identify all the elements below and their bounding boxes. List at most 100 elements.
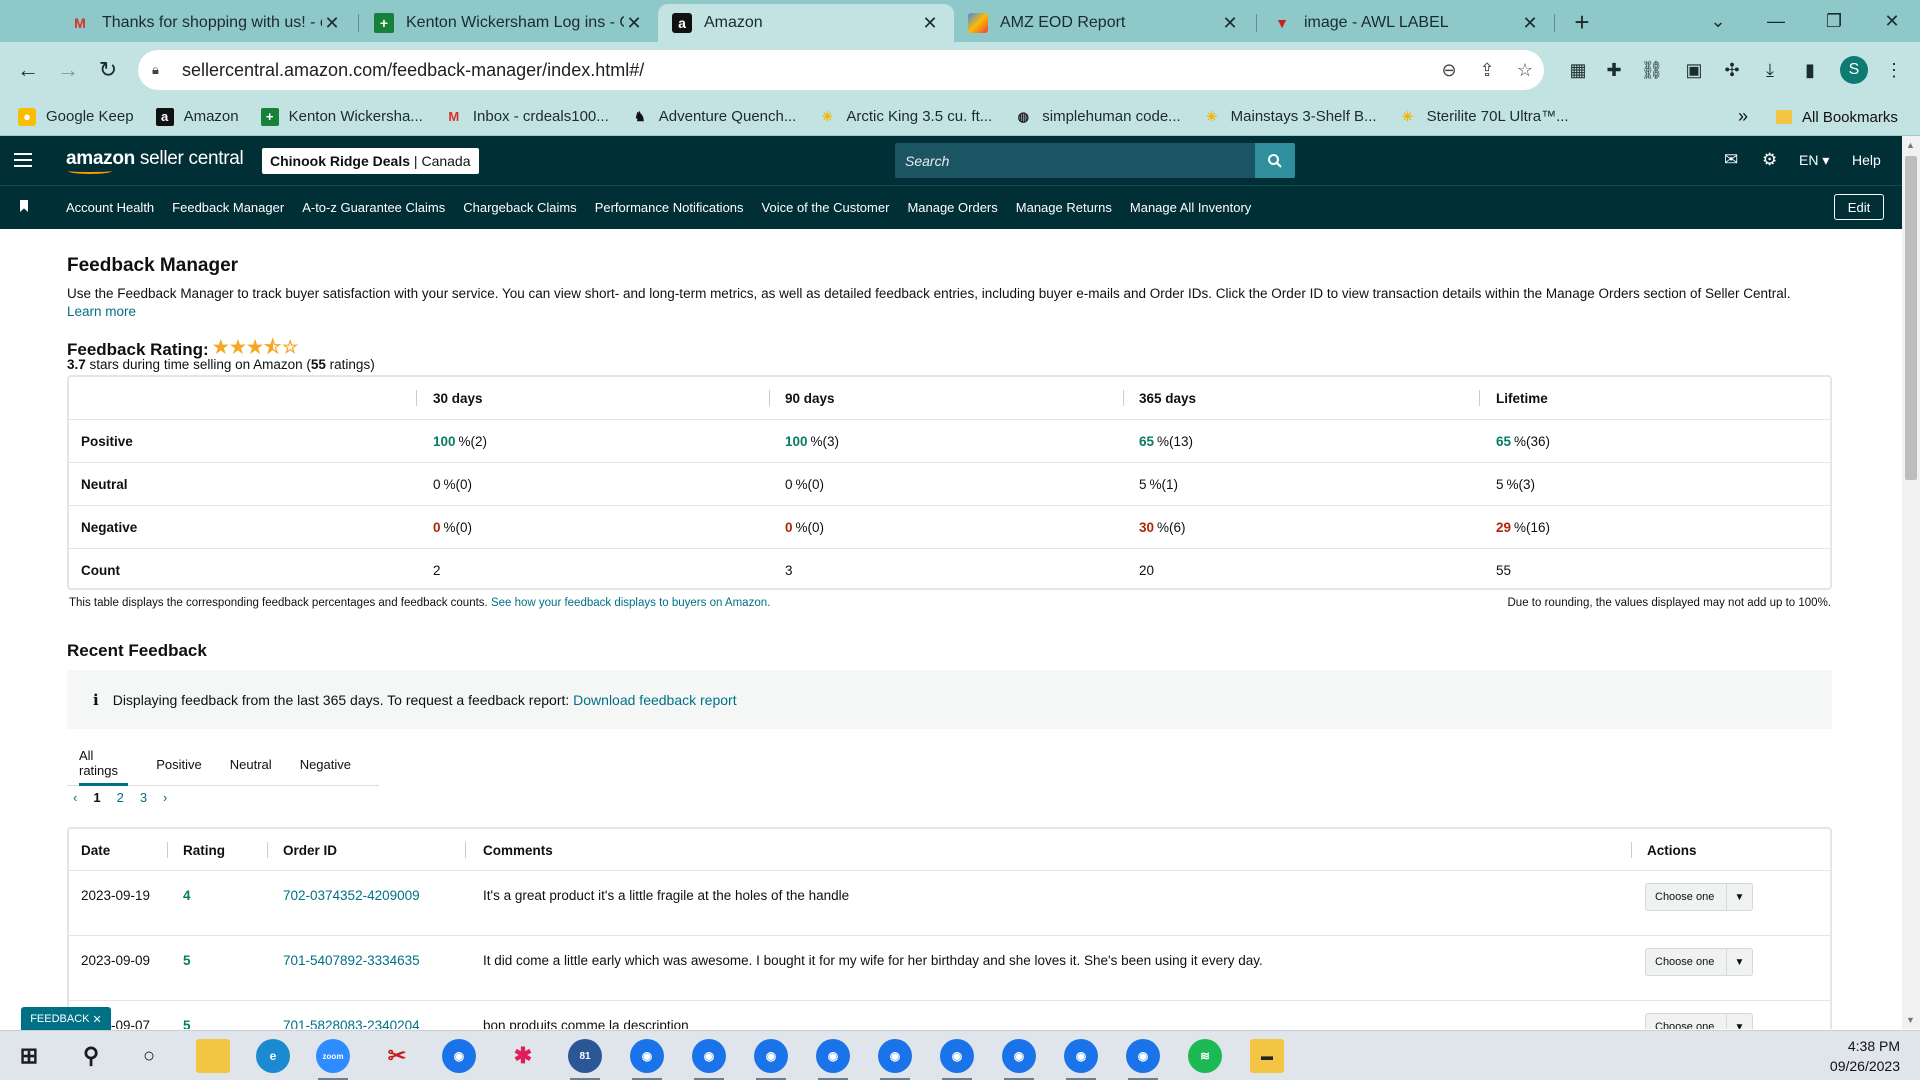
- chrome-icon[interactable]: ◉: [442, 1039, 476, 1073]
- tab-positive[interactable]: Positive: [156, 744, 202, 786]
- bookmark-item[interactable]: ◍ simplehuman code...: [1014, 108, 1181, 126]
- messaging-app-icon[interactable]: 81: [568, 1039, 602, 1080]
- seller-central-logo[interactable]: amazon seller central: [66, 148, 244, 174]
- browser-tab-gmail[interactable]: M Thanks for shopping with us! - cr ✕: [56, 4, 356, 42]
- extension-link-icon[interactable]: ⛓: [1638, 56, 1666, 84]
- tab-negative[interactable]: Negative: [300, 744, 351, 786]
- settings-gear-icon[interactable]: ⚙: [1762, 150, 1777, 170]
- chrome-profile-icon[interactable]: ◉: [1126, 1039, 1160, 1080]
- chrome-profile-icon[interactable]: ◉: [816, 1039, 850, 1080]
- close-tab-icon[interactable]: ✕: [624, 13, 644, 34]
- profile-avatar[interactable]: S: [1840, 56, 1868, 84]
- prev-page-icon[interactable]: ‹: [73, 790, 77, 805]
- sticky-notes-icon[interactable]: ▬: [1250, 1039, 1284, 1073]
- bookmark-item[interactable]: ✳ Sterilite 70L Ultra™...: [1399, 108, 1568, 126]
- chrome-profile-icon[interactable]: ◉: [1064, 1039, 1098, 1080]
- nav-a-to-z-claims[interactable]: A-to-z Guarantee Claims: [302, 200, 445, 215]
- action-dropdown[interactable]: Choose one ▼: [1645, 1013, 1753, 1029]
- browser-tab-sheets[interactable]: + Kenton Wickersham Log ins - Go ✕: [360, 4, 658, 42]
- nav-account-health[interactable]: Account Health: [66, 200, 154, 215]
- download-icon[interactable]: ⤓: [1756, 56, 1784, 84]
- scrollbar-thumb[interactable]: [1905, 156, 1917, 480]
- extensions-puzzle-icon[interactable]: ✣: [1718, 56, 1746, 84]
- bookmark-item[interactable]: ● Google Keep: [18, 107, 134, 126]
- close-window-icon[interactable]: ✕: [1864, 0, 1920, 42]
- all-bookmarks[interactable]: All Bookmarks: [1776, 98, 1898, 136]
- share-icon[interactable]: ⇪: [1468, 60, 1506, 81]
- search-icon[interactable]: ⚲: [74, 1039, 108, 1073]
- file-explorer-icon[interactable]: [196, 1039, 230, 1073]
- download-feedback-report-link[interactable]: Download feedback report: [573, 692, 736, 708]
- tab-all-ratings[interactable]: All ratings: [79, 744, 129, 786]
- slack-icon[interactable]: ✱: [506, 1039, 540, 1073]
- snipping-tool-icon[interactable]: ✂: [380, 1039, 414, 1073]
- maximize-icon[interactable]: ❐: [1806, 0, 1862, 42]
- new-tab-button[interactable]: +: [1566, 6, 1598, 38]
- page-1[interactable]: 1: [93, 790, 100, 805]
- chrome-profile-icon[interactable]: ◉: [754, 1039, 788, 1080]
- order-id-link[interactable]: 701-5407892-3334635: [283, 952, 463, 970]
- search-input[interactable]: Search: [895, 143, 1255, 178]
- mail-icon[interactable]: ✉: [1724, 150, 1738, 170]
- nav-feedback-manager[interactable]: Feedback Manager: [172, 200, 284, 215]
- browser-tab-label[interactable]: ▼ image - AWL LABEL ✕: [1258, 4, 1554, 42]
- bookmark-item[interactable]: ✳ Arctic King 3.5 cu. ft...: [818, 108, 992, 126]
- page-3[interactable]: 3: [140, 790, 147, 805]
- close-tab-icon[interactable]: ✕: [1220, 13, 1240, 34]
- forward-icon[interactable]: →: [52, 54, 84, 86]
- close-tab-icon[interactable]: ✕: [322, 13, 342, 34]
- bookmark-icon[interactable]: [20, 200, 28, 212]
- back-icon[interactable]: ←: [12, 54, 44, 86]
- nav-manage-orders[interactable]: Manage Orders: [907, 200, 997, 215]
- nav-chargeback-claims[interactable]: Chargeback Claims: [463, 200, 576, 215]
- page-2[interactable]: 2: [117, 790, 124, 805]
- action-dropdown[interactable]: Choose one ▼: [1645, 948, 1753, 976]
- order-id-link[interactable]: 702-0374352-4209009: [283, 887, 463, 905]
- spotify-icon[interactable]: ≋: [1188, 1039, 1222, 1073]
- bookmark-item[interactable]: + Kenton Wickersha...: [260, 107, 423, 126]
- windows-start-icon[interactable]: ⊞: [12, 1039, 46, 1073]
- close-tab-icon[interactable]: ✕: [1520, 13, 1540, 34]
- language-selector[interactable]: EN ▾: [1799, 152, 1829, 169]
- extension-plus-icon[interactable]: ✚: [1600, 56, 1628, 84]
- next-page-icon[interactable]: ›: [163, 790, 167, 805]
- extension-off-icon[interactable]: ▦: [1564, 56, 1592, 84]
- browser-tab-amazon[interactable]: a Amazon ✕: [658, 4, 954, 42]
- chrome-profile-icon[interactable]: ◉: [878, 1039, 912, 1080]
- feedback-widget-button[interactable]: FEEDBACK ✕: [21, 1007, 111, 1031]
- nav-performance-notifications[interactable]: Performance Notifications: [595, 200, 744, 215]
- help-link[interactable]: Help: [1852, 152, 1881, 168]
- bookmark-item[interactable]: a Amazon: [155, 107, 239, 126]
- scroll-up-icon[interactable]: ▲: [1906, 140, 1915, 150]
- zoom-app-icon[interactable]: zoom: [316, 1039, 350, 1080]
- task-view-icon[interactable]: ○: [132, 1039, 166, 1073]
- bookmark-item[interactable]: ✳ Mainstays 3-Shelf B...: [1203, 108, 1376, 126]
- system-clock[interactable]: 4:38 PM 09/26/2023: [1830, 1036, 1900, 1076]
- see-feedback-display-link[interactable]: See how your feedback displays to buyers…: [491, 597, 770, 609]
- address-bar[interactable]: 🔒︎ sellercentral.amazon.com/feedback-man…: [138, 50, 1544, 90]
- order-id-link[interactable]: 701-5828083-2340204: [283, 1017, 463, 1029]
- bookmark-item[interactable]: M Inbox - crdeals100...: [445, 108, 608, 126]
- chrome-profile-icon[interactable]: ◉: [940, 1039, 974, 1080]
- search-button[interactable]: [1255, 143, 1295, 178]
- nav-manage-returns[interactable]: Manage Returns: [1016, 200, 1112, 215]
- nav-manage-inventory[interactable]: Manage All Inventory: [1130, 200, 1251, 215]
- learn-more-link[interactable]: Learn more: [67, 304, 136, 319]
- chrome-profile-icon[interactable]: ◉: [1002, 1039, 1036, 1080]
- edge-icon[interactable]: e: [256, 1039, 290, 1073]
- side-panel-icon[interactable]: ▮: [1796, 56, 1824, 84]
- action-dropdown[interactable]: Choose one ▼: [1645, 883, 1753, 911]
- tab-search-icon[interactable]: ⌄: [1690, 0, 1746, 42]
- minimize-icon[interactable]: —: [1748, 0, 1804, 42]
- scroll-down-icon[interactable]: ▼: [1906, 1015, 1915, 1025]
- hamburger-menu-icon[interactable]: [14, 148, 32, 172]
- zoom-icon[interactable]: ⊖: [1430, 60, 1468, 81]
- edit-nav-button[interactable]: Edit: [1834, 194, 1884, 220]
- tab-neutral[interactable]: Neutral: [230, 744, 272, 786]
- more-bookmarks-icon[interactable]: »: [1738, 106, 1748, 127]
- chrome-profile-icon[interactable]: ◉: [692, 1039, 726, 1080]
- bookmark-item[interactable]: ♞ Adventure Quench...: [631, 108, 796, 126]
- menu-kebab-icon[interactable]: ⋮: [1880, 56, 1908, 84]
- page-scrollbar[interactable]: ▲ ▼: [1902, 136, 1920, 1029]
- browser-tab-report[interactable]: AMZ EOD Report ✕: [954, 4, 1254, 42]
